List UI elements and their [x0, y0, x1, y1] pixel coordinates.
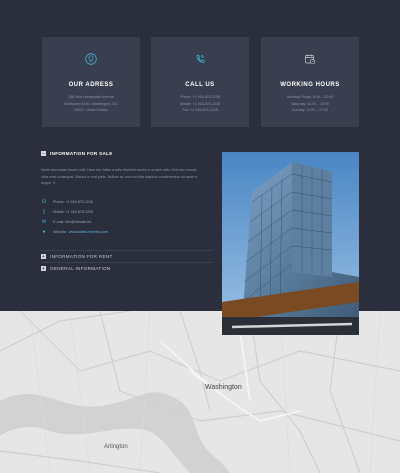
accordion-title: GENERAL INFORMATION [50, 266, 111, 271]
card-lines: Phone: +1 916-875-2235 Mobile: +1 916-87… [151, 94, 249, 114]
card-line: Phone: +1 916-875-2235 [180, 95, 220, 99]
mobile-icon: ▯ [42, 208, 46, 215]
card-lines: Monday-Friday: 9:00 – 22:00 Saturday: 11… [261, 94, 359, 114]
accordion-header-sale[interactable]: – INFORMATION FOR SALE [41, 151, 213, 156]
card-line: Mobile: +1 916-875-2235 [179, 101, 221, 106]
headset-icon: ☊ [41, 198, 47, 205]
card-title: WORKING HOURS [280, 82, 340, 88]
contact-phone: ☊ Phone: +1 916-875-2235 [41, 197, 213, 207]
hours-card: WORKING HOURS Monday-Friday: 9:00 – 22:0… [261, 37, 359, 127]
info-paragraph: Morbi accumsan ipsum velit. Nam nec tell… [41, 168, 198, 186]
accordion-title: INFORMATION FOR RENT [50, 254, 113, 259]
accordion-header-general[interactable]: + GENERAL INFORMATION [41, 262, 213, 274]
plus-icon: + [41, 266, 46, 271]
contact-text: Website: [53, 229, 67, 234]
card-line: Fax: +1 916-875-2235 [182, 108, 218, 113]
location-pin-icon [85, 53, 97, 65]
card-title: CALL US [185, 82, 215, 88]
card-line: 168 New Hampshire Avenue [68, 95, 114, 99]
building-photo [222, 152, 359, 335]
address-card: OUR ADRESS 168 New Hampshire Avenue Nort… [42, 37, 140, 127]
map[interactable]: Washington Arlington [0, 311, 400, 473]
card-line: Monday-Friday: 9:00 – 22:00 [287, 95, 333, 99]
contact-website: ● Website: www.coded-themes.com [41, 227, 213, 237]
card-line: 20037, United States [74, 108, 108, 113]
card-lines: 168 New Hampshire Avenue Northwest #100,… [42, 94, 140, 114]
map-graphic [0, 311, 400, 473]
website-link[interactable]: www.coded-themes.com [69, 230, 108, 234]
envelope-icon: ✉ [41, 218, 47, 225]
contact-mobile: ▯ Mobile: +1 916-875-2235 [41, 207, 213, 217]
accordion-title: INFORMATION FOR SALE [50, 151, 113, 156]
phone-icon [196, 54, 205, 63]
contact-cards: OUR ADRESS 168 New Hampshire Avenue Nort… [42, 37, 359, 127]
plus-icon: + [41, 254, 46, 259]
contact-text: Phone: +1 916-875-2235 [53, 199, 93, 204]
contact-text: E-mail: info@domain.tld [53, 219, 92, 224]
call-card: CALL US Phone: +1 916-875-2235 Mobile: +… [151, 37, 249, 127]
globe-icon: ● [42, 228, 46, 235]
contact-list: ☊ Phone: +1 916-875-2235 ▯ Mobile: +1 91… [41, 197, 213, 237]
contact-text: Mobile: +1 916-875-2235 [53, 209, 94, 214]
map-label-arlington: Arlington [104, 444, 128, 450]
accordion-header-rent[interactable]: + INFORMATION FOR RENT [41, 250, 213, 262]
info-panel: – INFORMATION FOR SALE Morbi accumsan ip… [41, 151, 213, 237]
building-image [222, 152, 359, 335]
card-title: OUR ADRESS [68, 82, 114, 88]
contact-email: ✉ E-mail: info@domain.tld [41, 217, 213, 227]
map-label-city: Washington [205, 384, 242, 391]
calendar-clock-icon [305, 54, 316, 65]
card-line: Northwest #100, Washington, DC [64, 101, 118, 106]
card-line: Sunday: 11:00 – 17:00 [292, 108, 328, 113]
card-line: Saturday: 11:00 – 18:00 [290, 101, 330, 106]
minus-icon: – [41, 151, 46, 156]
